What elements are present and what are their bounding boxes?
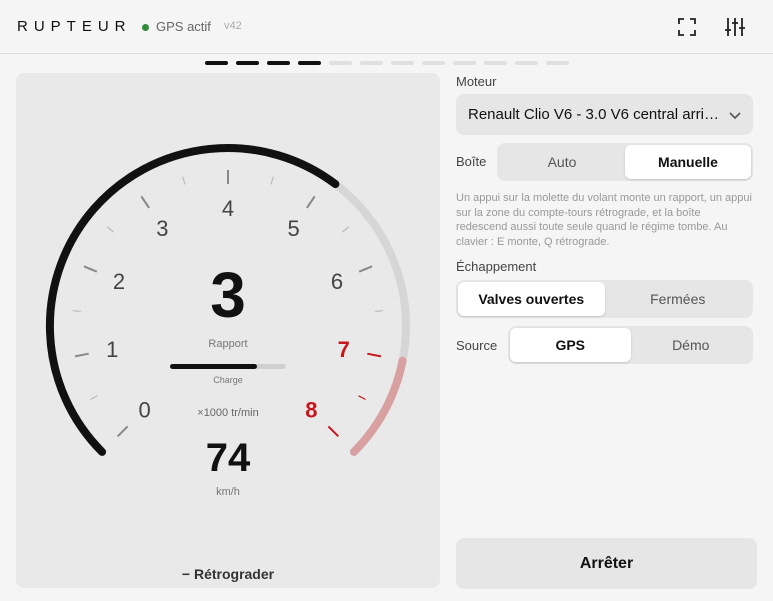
tach-major-tick (327, 425, 340, 438)
progress-segment (546, 61, 569, 65)
gearbox-help-text: Un appui sur la molette du volant monte … (456, 192, 752, 248)
source-option-demo[interactable]: Démo (631, 328, 752, 362)
exhaust-toggle: Valves ouvertes Fermées (456, 280, 753, 318)
gps-status-text: GPS actif (156, 19, 211, 34)
progress-segment (453, 61, 476, 65)
tach-major-tick (116, 425, 129, 438)
gear-indicator: 3 (210, 259, 246, 331)
rpm-unit-label: ×1000 tr/min (197, 407, 258, 419)
tach-minor-tick (72, 310, 81, 313)
engine-label: Moteur (456, 74, 497, 89)
speed-unit: km/h (216, 486, 240, 498)
settings-sliders-icon[interactable] (723, 15, 747, 39)
speed-value: 74 (206, 436, 251, 480)
charge-bar-fill (170, 364, 257, 369)
progress-segment (422, 61, 445, 65)
engine-select-value: Renault Clio V6 - 3.0 V6 central arrière (468, 106, 726, 123)
engine-select[interactable]: Renault Clio V6 - 3.0 V6 central arrière (456, 94, 753, 135)
tach-tick-label: 7 (338, 337, 350, 362)
tach-minor-tick (342, 226, 349, 233)
progress-segment (236, 61, 259, 65)
tach-value-arc (45, 144, 340, 456)
progress-segment (360, 61, 383, 65)
tach-major-tick (306, 195, 316, 209)
gear-label: Rapport (208, 338, 247, 350)
tach-major-tick (367, 352, 382, 358)
tach-tick-label: 8 (305, 397, 317, 422)
tach-tick-label: 5 (287, 216, 299, 241)
source-toggle: GPS Démo (508, 326, 753, 364)
exhaust-label: Échappement (456, 259, 537, 274)
tach-minor-tick (270, 176, 274, 185)
tach-redline-arc (349, 356, 407, 456)
gearbox-label: Boîte (456, 154, 487, 169)
tachometer-card[interactable]: 012345678 3 Rapport Charge ×1000 tr/min … (16, 73, 440, 588)
tach-major-tick (140, 195, 150, 209)
charge-label: Charge (213, 375, 243, 385)
progress-segment (515, 61, 538, 65)
gearbox-option-auto[interactable]: Auto (499, 145, 625, 179)
progress-segment (329, 61, 352, 65)
tachometer[interactable]: 012345678 3 Rapport Charge ×1000 tr/min … (16, 73, 440, 588)
exhaust-option-closed[interactable]: Fermées (605, 282, 752, 316)
tach-tick-label: 6 (331, 269, 343, 294)
tach-major-tick (358, 265, 373, 273)
tach-minor-tick (375, 310, 384, 313)
tach-major-tick (74, 352, 89, 358)
tach-tick-label: 3 (156, 216, 168, 241)
downshift-button[interactable]: − Rétrograder (16, 566, 440, 582)
step-progress (205, 61, 569, 65)
source-label: Source (456, 338, 498, 353)
tach-tick-label: 4 (222, 196, 234, 221)
exhaust-option-open[interactable]: Valves ouvertes (458, 282, 605, 316)
tach-minor-tick (90, 395, 98, 401)
gearbox-option-manual[interactable]: Manuelle (625, 145, 751, 179)
tach-minor-tick (107, 226, 114, 233)
tach-minor-tick (182, 176, 186, 185)
tach-tick-label: 2 (113, 269, 125, 294)
chevron-down-icon (729, 112, 741, 120)
fullscreen-icon[interactable] (675, 15, 699, 39)
tach-tick-label: 1 (106, 337, 118, 362)
progress-segment (205, 61, 228, 65)
tach-major-tick (83, 265, 98, 273)
tach-minor-tick (358, 395, 366, 401)
stop-button[interactable]: Arrêter (456, 538, 757, 589)
tach-tick-label: 0 (138, 397, 150, 422)
app-logo: RUPTEUR (17, 18, 132, 35)
progress-segment (267, 61, 290, 65)
gps-status-dot (142, 24, 149, 31)
version-label: v42 (224, 20, 242, 32)
progress-segment (298, 61, 321, 65)
gearbox-toggle: Auto Manuelle (497, 143, 753, 181)
top-bar: RUPTEUR GPS actif v42 (0, 0, 773, 54)
progress-segment (391, 61, 414, 65)
source-option-gps[interactable]: GPS (510, 328, 631, 362)
progress-segment (484, 61, 507, 65)
